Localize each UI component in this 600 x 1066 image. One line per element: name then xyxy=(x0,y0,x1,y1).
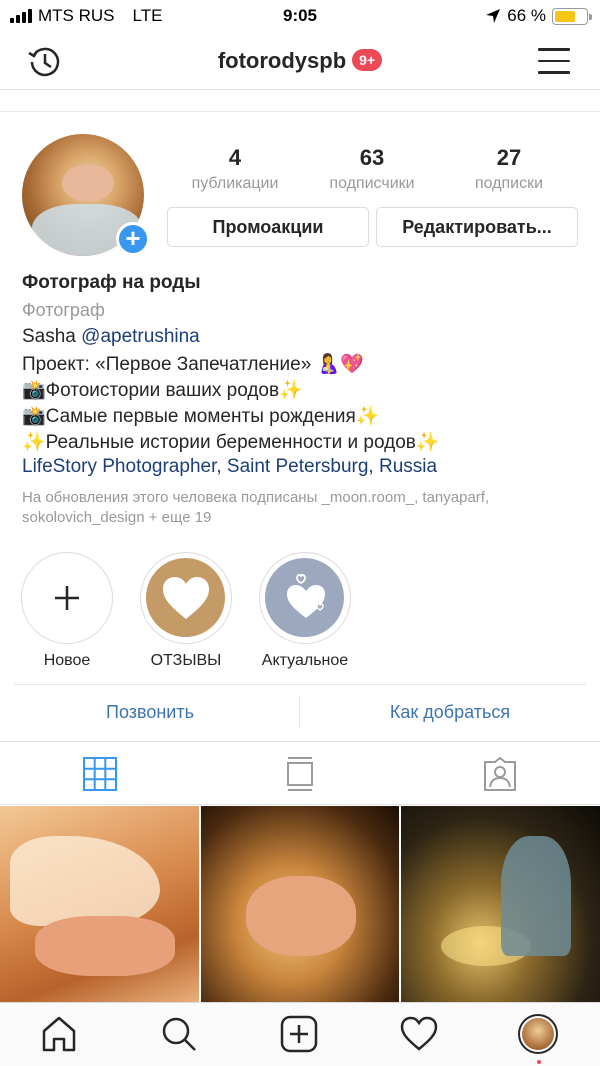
new-post-icon[interactable] xyxy=(280,1015,318,1053)
highlight-reviews-label: ОТЗЫВЫ xyxy=(150,652,222,669)
following-count-value: 27 xyxy=(496,145,522,170)
grid-icon[interactable] xyxy=(82,756,118,792)
posts-count[interactable]: 4 публикации xyxy=(170,145,300,193)
notification-badge: 9+ xyxy=(352,49,383,71)
profile-avatar-tab[interactable] xyxy=(518,1014,558,1064)
highlight-reviews-ring xyxy=(140,552,232,644)
highlight-actual[interactable]: Актуальное xyxy=(257,552,353,670)
posts-count-value: 4 xyxy=(228,145,242,170)
home-icon[interactable] xyxy=(40,1015,78,1053)
feed-list-icon[interactable] xyxy=(282,756,318,792)
top-nav: fotorodyspb 9+ xyxy=(0,34,600,90)
call-button[interactable]: Позвонить xyxy=(0,702,300,723)
highlight-new-label: Новое xyxy=(43,652,91,669)
bottom-nav xyxy=(0,1002,600,1066)
highlight-new-ring xyxy=(21,552,113,644)
bio-line-3: 📸Фотоистории ваших родов✨ xyxy=(22,380,303,401)
followers-count-value: 63 xyxy=(359,145,385,170)
tagged-person-icon[interactable] xyxy=(482,756,518,792)
highlight-new[interactable]: Новое xyxy=(19,552,115,670)
heart-icon xyxy=(163,577,209,619)
location-link[interactable]: LifeStory Photographer, Saint Petersburg… xyxy=(22,456,582,482)
profile-bio: Фотограф на роды Фотограф Sasha @apetrus… xyxy=(22,272,582,528)
post-thumbnail-1[interactable] xyxy=(0,806,199,1002)
highlight-reviews[interactable]: ОТЗЫВЫ xyxy=(138,552,234,670)
add-story-plus-icon[interactable]: + xyxy=(116,222,150,256)
directions-button[interactable]: Как добраться xyxy=(300,702,600,723)
profile-name: Фотограф на роды xyxy=(22,272,201,293)
username-text: fotorodyspb xyxy=(217,48,347,73)
plus-icon xyxy=(55,586,79,610)
hearts-icon xyxy=(287,574,325,618)
profile-category: Фотограф xyxy=(22,300,105,320)
edit-profile-button[interactable]: Редактировать... xyxy=(376,207,578,247)
profile-username[interactable]: fotorodyspb 9+ xyxy=(0,48,600,74)
bio-line-1-text: Sasha xyxy=(22,326,82,347)
profile-tabs xyxy=(0,741,600,805)
battery-percent: 66 % xyxy=(507,6,546,25)
highlight-actual-label: Актуальное xyxy=(261,652,349,669)
battery-icon xyxy=(552,7,592,25)
status-bar: MTS RUS LTE 9:05 66 % xyxy=(0,0,600,34)
location-arrow-icon xyxy=(486,9,501,23)
promotions-button[interactable]: Промоакции xyxy=(167,207,369,247)
bio-line-1: Sasha @apetrushina xyxy=(22,326,582,352)
battery-fill xyxy=(555,10,575,22)
highlight-actual-ring xyxy=(259,552,351,644)
posts-count-label: публикации xyxy=(191,175,279,192)
followers-count-label: подписчики xyxy=(329,175,415,192)
bio-line-5: ✨Реальные истории беременности и родов✨ xyxy=(22,432,440,453)
actions-divider xyxy=(14,684,586,685)
bio-line-4: 📸Самые первые моменты рождения✨ xyxy=(22,406,380,427)
status-right: 66 % xyxy=(485,6,592,26)
bio-line-2: Проект: «Первое Запечатление» 🤱💖 xyxy=(22,354,364,375)
activity-heart-icon[interactable] xyxy=(400,1015,438,1053)
header-divider xyxy=(0,92,600,112)
following-count-label: подписки xyxy=(474,175,544,192)
mention-link[interactable]: @apetrushina xyxy=(81,326,200,347)
hamburger-menu-icon[interactable] xyxy=(538,48,570,74)
followed-by-text[interactable]: На обновления этого человека подписаны _… xyxy=(22,488,522,528)
followers-count[interactable]: 63 подписчики xyxy=(307,145,437,193)
following-count[interactable]: 27 подписки xyxy=(444,145,574,193)
post-thumbnail-3[interactable] xyxy=(401,806,600,1002)
search-icon[interactable] xyxy=(160,1015,198,1053)
post-thumbnail-2[interactable] xyxy=(201,806,399,1002)
